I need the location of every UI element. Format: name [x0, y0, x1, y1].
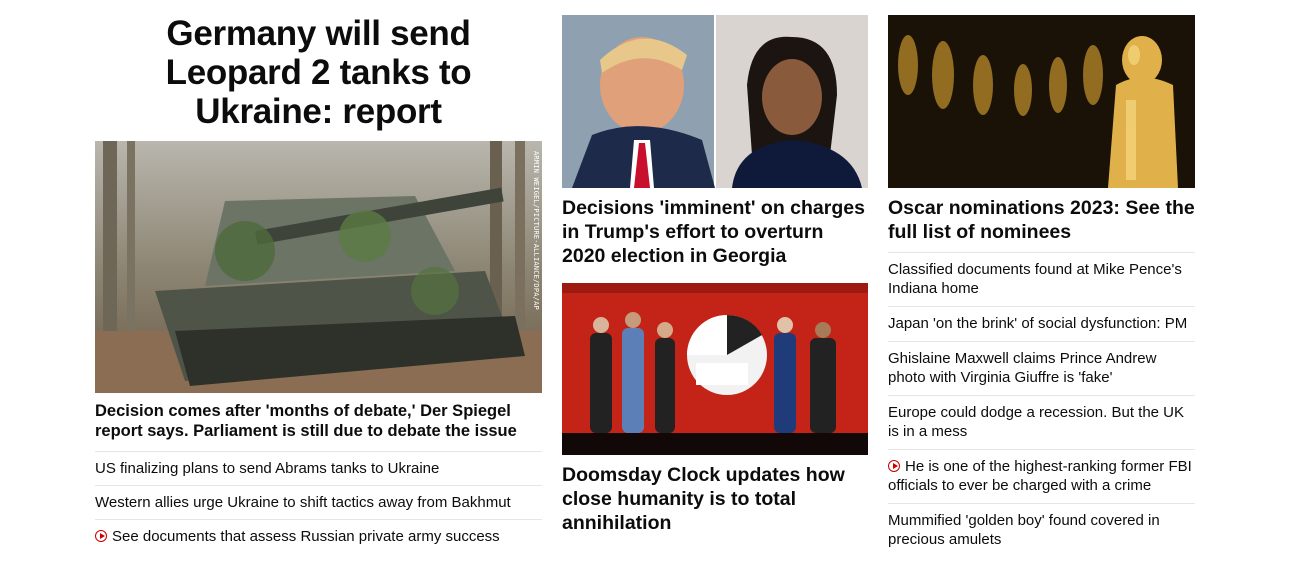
trump-willis-image[interactable]: [562, 15, 868, 188]
doomsday-story-headline[interactable]: Doomsday Clock updates how close humanit…: [562, 463, 868, 535]
lead-image[interactable]: ARMIN WEIGEL/PICTURE-ALLIANCE/DPA/AP: [95, 141, 542, 393]
lead-related-list: US finalizing plans to send Abrams tanks…: [95, 452, 542, 553]
related-link-text: Western allies urge Ukraine to shift tac…: [95, 494, 511, 511]
headline-link[interactable]: Japan 'on the brink' of social dysfuncti…: [888, 307, 1195, 342]
oscar-statuettes-image[interactable]: [888, 15, 1195, 188]
headline-link-text: Europe could dodge a recession. But the …: [888, 404, 1185, 440]
headline-list: Classified documents found at Mike Pence…: [888, 252, 1195, 557]
headline-link[interactable]: Mummified 'golden boy' found covered in …: [888, 504, 1195, 557]
headline-link[interactable]: Ghislaine Maxwell claims Prince Andrew p…: [888, 342, 1195, 396]
headline-link[interactable]: Europe could dodge a recession. But the …: [888, 396, 1195, 450]
oscar-story-headline[interactable]: Oscar nominations 2023: See the full lis…: [888, 196, 1195, 244]
related-link-text: US finalizing plans to send Abrams tanks…: [95, 460, 440, 477]
photo-credit: ARMIN WEIGEL/PICTURE-ALLIANCE/DPA/AP: [532, 151, 540, 310]
related-link[interactable]: Western allies urge Ukraine to shift tac…: [95, 486, 542, 520]
doomsday-clock-image[interactable]: [562, 283, 868, 455]
headline-video-link[interactable]: He is one of the highest-ranking former …: [888, 450, 1195, 504]
related-video-link[interactable]: See documents that assess Russian privat…: [95, 520, 542, 553]
related-link-text: See documents that assess Russian privat…: [112, 528, 500, 545]
middle-column: Decisions 'imminent' on charges in Trump…: [562, 0, 868, 535]
lead-summary-link[interactable]: Decision comes after 'months of debate,'…: [95, 401, 542, 452]
lead-headline[interactable]: Germany will send Leopard 2 tanks to Ukr…: [95, 14, 542, 131]
headline-link-text: Mummified 'golden boy' found covered in …: [888, 512, 1160, 548]
video-play-icon: [888, 460, 900, 472]
headline-link-text: Japan 'on the brink' of social dysfuncti…: [888, 315, 1188, 332]
right-column: Oscar nominations 2023: See the full lis…: [888, 0, 1195, 557]
trump-story-headline[interactable]: Decisions 'imminent' on charges in Trump…: [562, 196, 868, 268]
headline-link-text: He is one of the highest-ranking former …: [888, 458, 1192, 494]
video-play-icon: [95, 530, 107, 542]
headline-link-text: Ghislaine Maxwell claims Prince Andrew p…: [888, 350, 1157, 386]
headline-link[interactable]: Classified documents found at Mike Pence…: [888, 253, 1195, 307]
headline-link-text: Classified documents found at Mike Pence…: [888, 261, 1182, 297]
related-link[interactable]: US finalizing plans to send Abrams tanks…: [95, 452, 542, 486]
lead-column: Germany will send Leopard 2 tanks to Ukr…: [95, 0, 542, 553]
